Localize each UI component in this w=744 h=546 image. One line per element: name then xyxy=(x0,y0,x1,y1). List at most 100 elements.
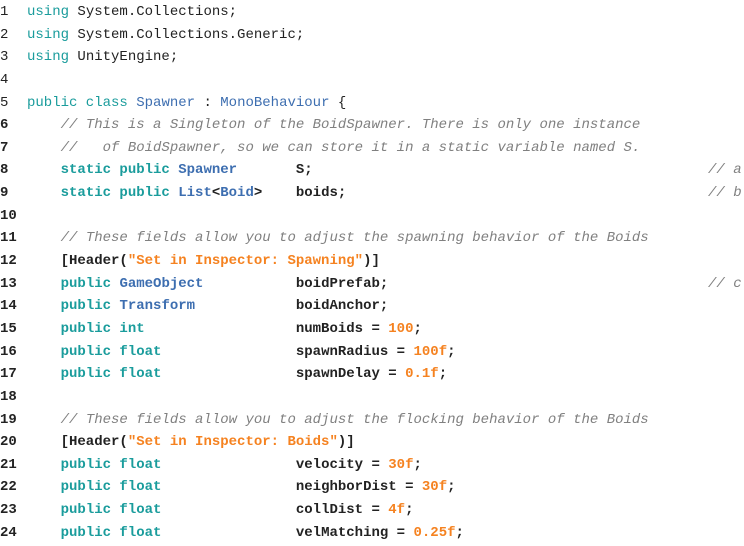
code-line: 10 xyxy=(0,205,744,228)
keyword-token: public float xyxy=(60,502,162,519)
line-content: // This is a Singleton of the BoidSpawne… xyxy=(27,114,641,137)
line-content: public float velMatching = 0.25f; xyxy=(27,522,464,545)
number-literal: 100f xyxy=(413,343,448,360)
line-content: public float collDist = 4f; xyxy=(27,499,414,522)
annotation-comment: // b xyxy=(708,185,742,202)
code-line: 21 public float velocity = 30f; xyxy=(0,454,744,477)
line-number: 10 xyxy=(0,207,17,224)
code-text: { xyxy=(329,94,347,111)
line-number: 13 xyxy=(0,275,17,292)
comment: // These fields allow you to adjust the … xyxy=(60,230,649,247)
line-content: [Header("Set in Inspector: Spawning")] xyxy=(27,250,380,273)
line-content: public float velocity = 30f; xyxy=(27,454,422,477)
code-text: ; xyxy=(438,366,448,383)
line-content: public Transform boidAnchor; xyxy=(27,295,389,318)
number-literal: 30f xyxy=(388,456,414,473)
code-line: 23 public float collDist = 4f; xyxy=(0,499,744,522)
keyword-token: public float xyxy=(60,479,162,496)
line-content: public float spawnRadius = 100f; xyxy=(27,341,456,364)
code-text: [Header( xyxy=(27,253,128,270)
line-content: using System.Collections; xyxy=(27,1,237,24)
line-content: public GameObject boidPrefab; xyxy=(27,273,389,296)
keyword-token: public float xyxy=(60,456,162,473)
line-number: 1 xyxy=(0,4,9,20)
line-content: public class Spawner : MonoBehaviour { xyxy=(27,92,346,115)
line-number: 18 xyxy=(0,388,17,405)
line-number: 8 xyxy=(0,162,9,179)
annotation-comment: // c xyxy=(708,275,742,292)
line-content: // These fields allow you to adjust the … xyxy=(27,409,649,432)
number-literal: 30f xyxy=(421,479,448,496)
comment: // These fields allow you to adjust the … xyxy=(60,411,649,428)
keyword-token: public xyxy=(60,275,112,292)
line-number: 5 xyxy=(0,94,9,111)
line-content: public float neighborDist = 30f; xyxy=(27,476,456,499)
code-line: 7 // of BoidSpawner, so we can store it … xyxy=(0,137,744,160)
line-content: // These fields allow you to adjust the … xyxy=(27,227,649,250)
code-text: )] xyxy=(363,253,380,270)
code-line: 15 public int numBoids = 100; xyxy=(0,318,744,341)
code-line: 24 public float velMatching = 0.25f; xyxy=(0,522,744,545)
line-number: 6 xyxy=(0,117,9,134)
code-text: ; xyxy=(405,502,414,519)
code-line: 6 // This is a Singleton of the BoidSpaw… xyxy=(0,114,744,137)
code-line: 13 public GameObject boidPrefab; // c xyxy=(0,273,744,296)
line-content: using UnityEngine; xyxy=(27,46,178,69)
code-text: )] xyxy=(337,434,355,451)
keyword-token: public class xyxy=(27,94,128,111)
line-number: 23 xyxy=(0,502,17,519)
line-number: 2 xyxy=(0,26,9,43)
code-line: 5 public class Spawner : MonoBehaviour { xyxy=(0,92,744,115)
line-number: 4 xyxy=(0,71,9,88)
line-number: 7 xyxy=(0,139,9,156)
code-text: [Header( xyxy=(27,434,128,451)
line-content: public int numBoids = 100; xyxy=(27,318,422,341)
line-number: 22 xyxy=(0,479,17,496)
line-number: 19 xyxy=(0,411,17,428)
line-number: 24 xyxy=(0,524,17,541)
number-literal: 0.25f xyxy=(413,524,456,541)
comment: // of BoidSpawner, so we can store it in… xyxy=(60,139,641,156)
keyword-token: public float xyxy=(60,524,162,541)
code-text: velocity = xyxy=(161,456,389,473)
line-number: 20 xyxy=(0,434,17,451)
code-text: System.Collections.Generic; xyxy=(69,26,305,43)
code-line: 17 public float spawnDelay = 0.1f; xyxy=(0,363,744,386)
keyword-token: static public xyxy=(60,185,170,202)
line-number: 12 xyxy=(0,253,17,270)
code-listing: 1 using System.Collections; 2 using System.… xyxy=(0,1,744,544)
line-number: 14 xyxy=(0,298,17,315)
code-text: > boids; xyxy=(253,185,347,202)
keyword-token: public xyxy=(60,298,112,315)
keyword-token: public int xyxy=(60,320,145,337)
line-content: using System.Collections.Generic; xyxy=(27,24,304,47)
line-number: 17 xyxy=(0,366,17,383)
line-content: static public Spawner S; xyxy=(27,159,313,182)
code-text: boidPrefab; xyxy=(203,275,389,292)
code-text: UnityEngine; xyxy=(69,49,179,66)
line-number: 11 xyxy=(0,230,17,247)
code-line: 12 [Header("Set in Inspector: Spawning")… xyxy=(0,250,744,273)
line-number: 21 xyxy=(0,456,17,473)
type-token: Transform xyxy=(119,298,196,315)
number-literal: 100 xyxy=(388,320,414,337)
code-text: S; xyxy=(237,162,313,179)
keyword-token: public float xyxy=(60,343,162,360)
code-text: spawnDelay = xyxy=(161,366,406,383)
keyword-token: using xyxy=(27,4,70,20)
code-line: 3 using UnityEngine; xyxy=(0,46,744,69)
keyword-token: public float xyxy=(60,366,162,383)
code-text: ; xyxy=(447,343,456,360)
code-text: : xyxy=(195,94,221,111)
code-line: 1 using System.Collections; xyxy=(0,1,744,24)
code-text: < xyxy=(211,185,221,202)
code-line: 18 xyxy=(0,386,744,409)
type-token: MonoBehaviour xyxy=(220,94,330,111)
code-text: boidAnchor; xyxy=(195,298,389,315)
